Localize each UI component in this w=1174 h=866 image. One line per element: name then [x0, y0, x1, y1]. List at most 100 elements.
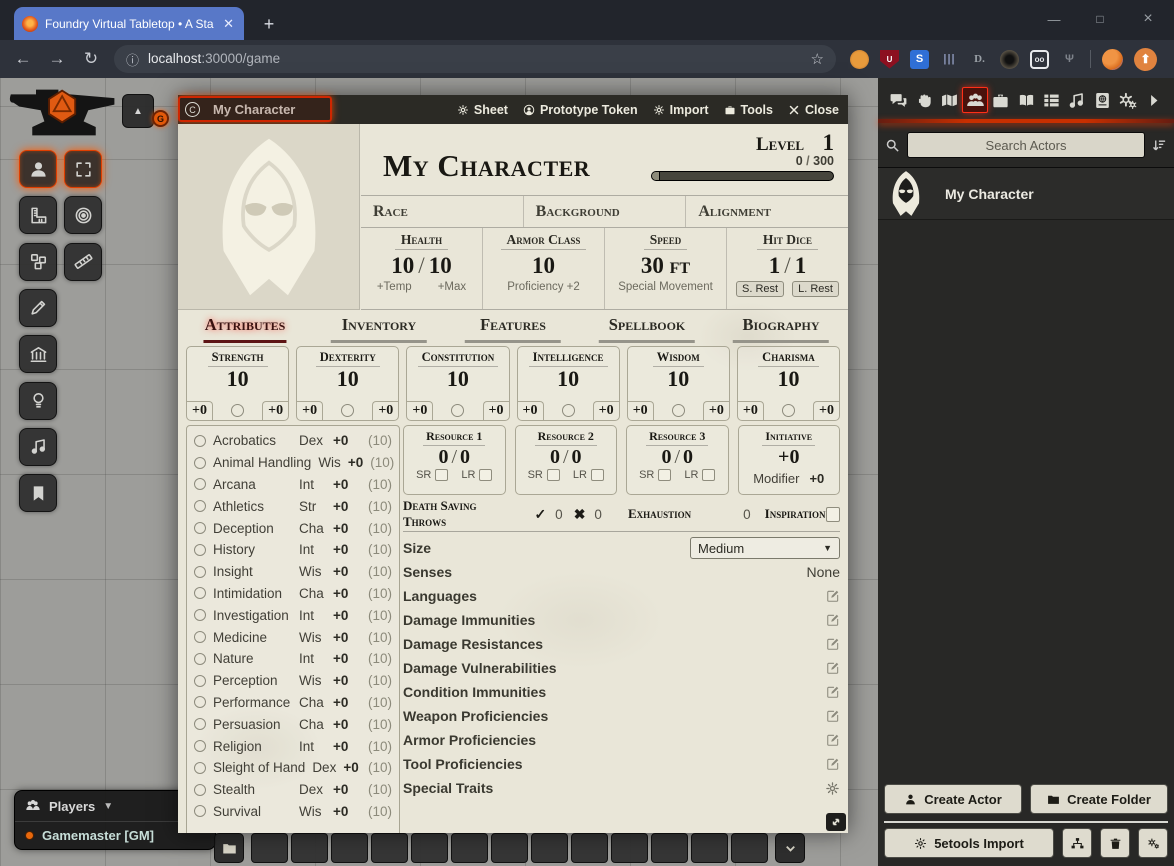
d-letter-icon[interactable]: D. [970, 50, 989, 69]
skill-row[interactable]: Stealth Dex +0 (10) [194, 779, 392, 801]
health-subs[interactable]: +Temp+Max [377, 281, 466, 293]
window-minimize-button[interactable]: — [1032, 0, 1076, 38]
initiative-modifier[interactable]: Modifier+0 [739, 471, 840, 486]
ability-constitution[interactable]: Constitution 10 +0 +0 [406, 346, 509, 421]
level-value[interactable]: 1 [823, 130, 835, 155]
death-success-icon[interactable]: ✓ [534, 506, 546, 523]
window-maximize-button[interactable]: □ [1078, 0, 1122, 38]
lr-checkbox[interactable] [591, 469, 604, 481]
site-info-icon[interactable]: ⓘ [126, 50, 139, 69]
skill-row[interactable]: Persuasion Cha +0 (10) [194, 713, 392, 735]
ability-proficiency-radio[interactable] [341, 404, 354, 417]
sidebar-tab-th-list[interactable] [1039, 87, 1064, 113]
forward-button[interactable]: → [40, 49, 74, 69]
skill-proficiency-radio[interactable] [194, 653, 206, 665]
sidebar-tab-cogs[interactable] [1115, 87, 1140, 113]
exhaustion-count[interactable]: 0 [743, 507, 751, 522]
sidebar-tab-comments[interactable] [886, 87, 911, 113]
short-rest-button[interactable]: S. Rest [736, 281, 784, 297]
tools-button[interactable]: Tools [724, 103, 773, 117]
edit-icon[interactable] [826, 589, 840, 603]
ability-score[interactable]: 10 [407, 367, 508, 391]
macro-slot[interactable] [411, 833, 448, 863]
skill-proficiency-radio[interactable] [194, 762, 206, 774]
gear-icon[interactable] [825, 781, 840, 796]
race-field[interactable]: Race [361, 196, 524, 227]
ability-dexterity[interactable]: Dexterity 10 +0 +0 [296, 346, 399, 421]
death-success-count[interactable]: 0 [555, 507, 563, 522]
create-actor-button[interactable]: Create Actor [884, 784, 1022, 814]
alignment-field[interactable]: Alignment [686, 196, 848, 227]
ability-score[interactable]: 10 [628, 367, 729, 391]
skill-row[interactable]: Insight Wis +0 (10) [194, 561, 392, 583]
5etools-import-button[interactable]: 5etools Import [884, 828, 1054, 858]
ability-modifier[interactable]: +0 [297, 401, 323, 420]
sidebar-tab-fist[interactable] [911, 87, 936, 113]
ability-wisdom[interactable]: Wisdom 10 +0 +0 [627, 346, 730, 421]
xp-text[interactable]: 0 / 300 [651, 154, 834, 168]
skill-proficiency-radio[interactable] [194, 784, 206, 796]
edit-icon[interactable] [826, 733, 840, 747]
skill-row[interactable]: Performance Cha +0 (10) [194, 692, 392, 714]
skill-proficiency-radio[interactable] [194, 740, 206, 752]
skill-row[interactable]: Animal Handling Wis +0 (10) [194, 452, 392, 474]
bookmark-star-icon[interactable]: ☆ [811, 50, 824, 68]
skill-proficiency-radio[interactable] [194, 478, 206, 490]
skill-row[interactable]: Nature Int +0 (10) [194, 648, 392, 670]
special-movement-label[interactable]: Special Movement [618, 281, 713, 293]
resource-1[interactable]: Resource 1 0/0 SR LR [403, 425, 506, 495]
session-s-icon[interactable]: S [910, 50, 929, 69]
fork-icon[interactable]: Ψ [1060, 50, 1079, 69]
control-bank[interactable] [19, 335, 57, 373]
skill-proficiency-radio[interactable] [194, 544, 206, 556]
sidebar-tab-atlas[interactable] [1090, 87, 1115, 113]
tab-attributes[interactable]: Attributes [178, 315, 312, 343]
actor-row[interactable]: My Character [878, 168, 1174, 220]
resource-2[interactable]: Resource 2 0/0 SR LR [515, 425, 618, 495]
control-dice[interactable] [19, 243, 57, 281]
new-tab-button[interactable]: + [256, 11, 282, 37]
address-bar[interactable]: ⓘ localhost:30000/game ☆ [114, 45, 836, 73]
edit-icon[interactable] [826, 685, 840, 699]
ability-modifier[interactable]: +0 [407, 401, 433, 420]
sort-icon[interactable] [1152, 138, 1167, 153]
grip-bars-icon[interactable]: ||| [940, 50, 959, 69]
character-name[interactable]: My Character [383, 148, 590, 184]
macro-slot[interactable] [291, 833, 328, 863]
tool-target[interactable] [64, 196, 102, 234]
ability-proficiency-radio[interactable] [782, 404, 795, 417]
ability-score[interactable]: 10 [297, 367, 398, 391]
skill-row[interactable]: History Int +0 (10) [194, 539, 392, 561]
window-close-button[interactable]: × [1126, 0, 1170, 38]
ability-save[interactable]: +0 [703, 401, 729, 420]
ability-modifier[interactable]: +0 [187, 401, 213, 420]
lr-checkbox[interactable] [702, 469, 715, 481]
speed-value[interactable]: 30 ft [641, 253, 690, 279]
macro-slot[interactable] [571, 833, 608, 863]
skill-proficiency-radio[interactable] [194, 522, 206, 534]
tab-close-icon[interactable]: ✕ [221, 16, 236, 32]
ability-modifier[interactable]: +0 [518, 401, 544, 420]
skill-row[interactable]: Acrobatics Dex +0 (10) [194, 430, 392, 452]
skill-proficiency-radio[interactable] [194, 457, 206, 469]
macro-slot[interactable] [731, 833, 768, 863]
cookie-icon[interactable] [850, 50, 869, 69]
skill-proficiency-radio[interactable] [194, 609, 206, 621]
sitemap-button[interactable] [1062, 828, 1092, 858]
control-pencil[interactable] [19, 289, 57, 327]
initiative-box[interactable]: Initiative +0 Modifier+0 [738, 425, 841, 495]
skill-row[interactable]: Survival Wis +0 (10) [194, 801, 392, 823]
sidebar-tab-caret-right[interactable] [1141, 87, 1166, 113]
initiative-value[interactable]: +0 [739, 446, 840, 468]
control-ruler-combined[interactable] [19, 196, 57, 234]
control-bookmark[interactable] [19, 474, 57, 512]
skill-proficiency-radio[interactable] [194, 566, 206, 578]
skill-row[interactable]: Intimidation Cha +0 (10) [194, 583, 392, 605]
reload-button[interactable]: ↻ [74, 49, 108, 69]
macro-slot[interactable] [651, 833, 688, 863]
ability-proficiency-radio[interactable] [672, 404, 685, 417]
background-field[interactable]: Background [524, 196, 687, 227]
macro-slot[interactable] [611, 833, 648, 863]
control-lightbulb[interactable] [19, 382, 57, 420]
skill-proficiency-radio[interactable] [194, 805, 206, 817]
